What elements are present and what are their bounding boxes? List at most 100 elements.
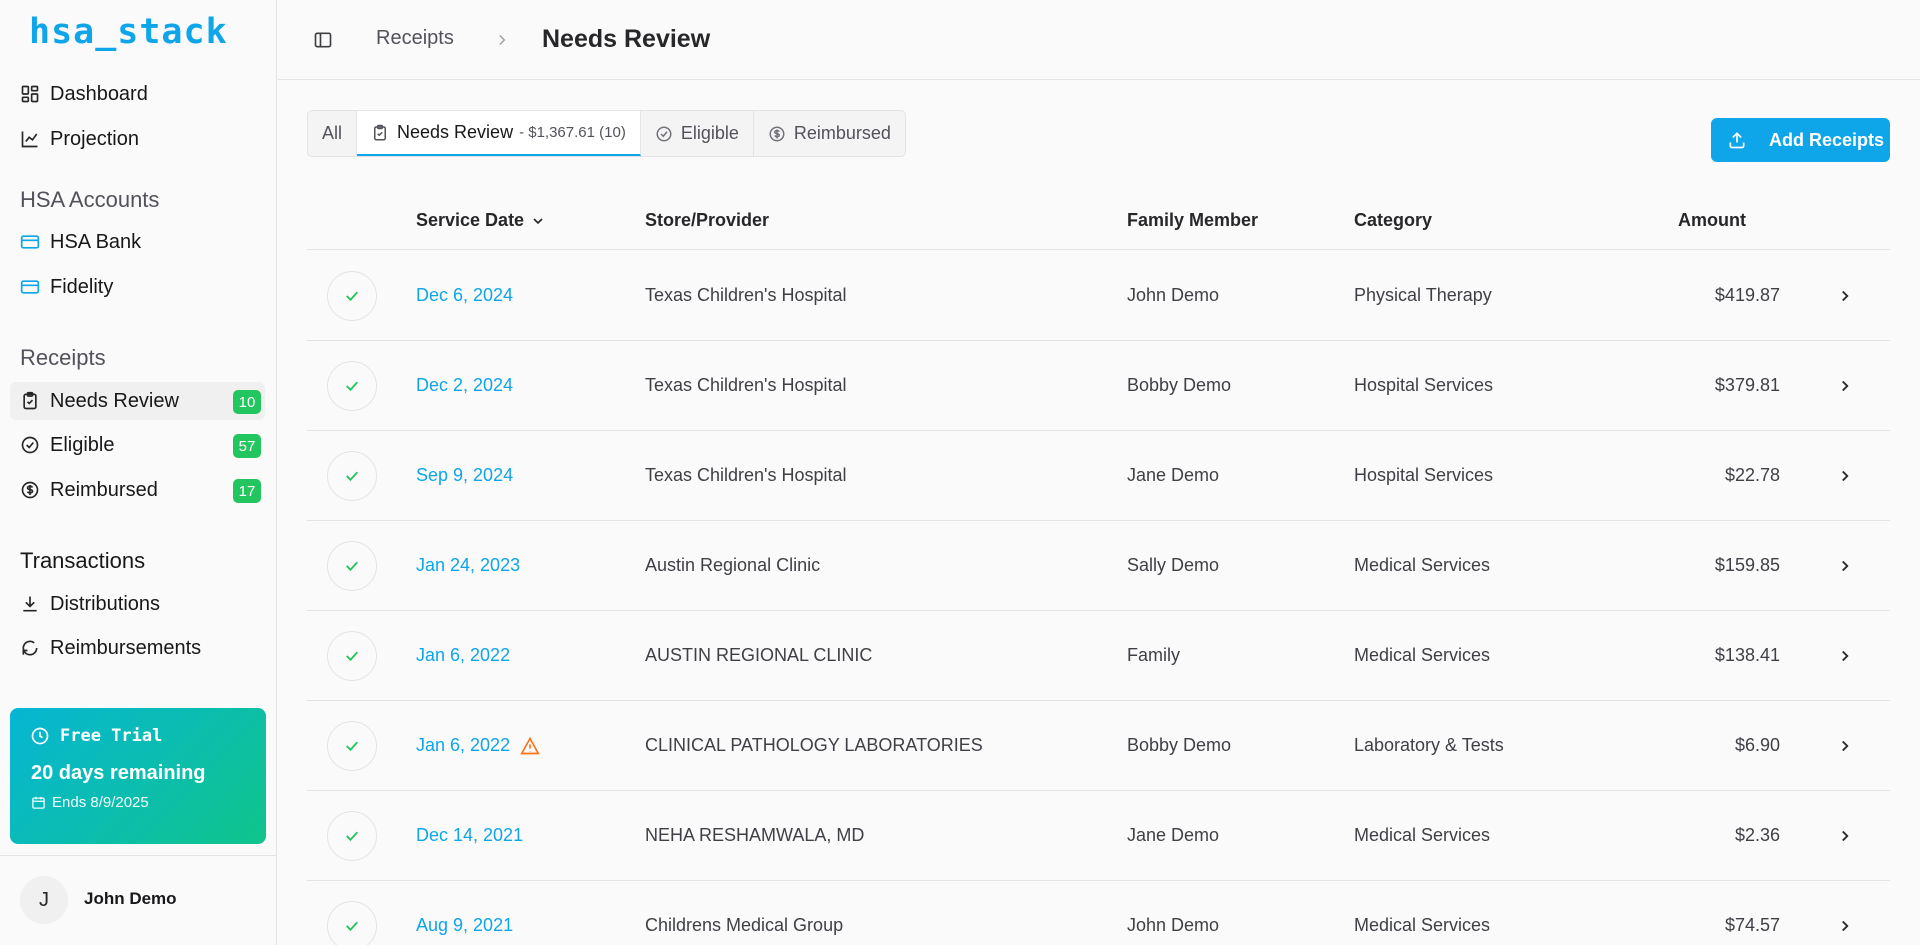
filter-tabs: All Needs Review - $1,367.61 (10) Eligib… (307, 110, 906, 157)
service-date-link[interactable]: Jan 6, 2022 (416, 735, 540, 756)
service-date-link[interactable]: Dec 6, 2024 (416, 285, 513, 306)
sidebar-toggle-icon[interactable] (313, 30, 333, 50)
provider-cell: Texas Children's Hospital (645, 285, 847, 305)
table-row[interactable]: Jan 6, 2022 CLINICAL PATHOLOGY LABORATOR… (307, 701, 1890, 791)
service-date-link[interactable]: Jan 24, 2023 (416, 555, 520, 576)
family-member-cell: Bobby Demo (1127, 375, 1232, 395)
chevron-right-icon[interactable] (1836, 827, 1854, 845)
amount-cell: $159.85 (1714, 555, 1780, 575)
amount-cell: $419.87 (1714, 285, 1780, 305)
table-row[interactable]: Jan 6, 2022 AUSTIN REGIONAL CLINIC Famil… (307, 611, 1890, 701)
review-check-button[interactable] (327, 631, 377, 681)
chevron-right-icon[interactable] (1836, 377, 1854, 395)
chevron-right-icon[interactable] (1836, 737, 1854, 755)
service-date-link[interactable]: Dec 2, 2024 (416, 375, 513, 396)
chevron-right-icon[interactable] (1836, 647, 1854, 665)
family-member-cell: Jane Demo (1127, 825, 1220, 845)
check-circle-icon (21, 436, 39, 454)
review-check-button[interactable] (327, 721, 377, 771)
category-cell: Medical Services (1354, 555, 1491, 575)
sidebar-item-label: HSA Bank (50, 230, 142, 253)
provider-cell: NEHA RESHAMWALA, MD (645, 825, 865, 845)
sidebar-item-reimbursed[interactable]: Reimbursed 17 (10, 471, 265, 509)
sidebar-item-projection[interactable]: Projection (10, 120, 265, 158)
category-cell: Laboratory & Tests (1354, 735, 1504, 755)
count-badge: 17 (233, 479, 261, 503)
credit-card-icon (20, 235, 40, 249)
chevron-right-icon[interactable] (1836, 917, 1854, 935)
avatar[interactable]: J (20, 876, 68, 924)
provider-cell: Austin Regional Clinic (645, 555, 821, 575)
category-cell: Physical Therapy (1354, 285, 1492, 305)
column-header-category: Category (1354, 210, 1433, 230)
chevron-right-icon[interactable] (1836, 467, 1854, 485)
service-date-link[interactable]: Aug 9, 2021 (416, 915, 513, 936)
free-trial-card[interactable]: Free Trial 20 days remaining Ends 8/9/20… (10, 708, 266, 844)
divider (0, 855, 277, 856)
count-badge: 10 (233, 390, 261, 414)
sidebar-item-fidelity[interactable]: Fidelity (10, 268, 265, 306)
tab-label: Needs Review (397, 122, 514, 142)
sidebar-item-distributions[interactable]: Distributions (10, 585, 265, 623)
service-date-link[interactable]: Sep 9, 2024 (416, 465, 513, 486)
amount-cell: $138.41 (1714, 645, 1780, 665)
category-cell: Medical Services (1354, 645, 1491, 665)
service-date-link[interactable]: Dec 14, 2021 (416, 825, 523, 846)
chevron-right-icon (499, 34, 506, 46)
add-receipts-button[interactable]: Add Receipts (1711, 118, 1890, 162)
table-row[interactable]: Dec 6, 2024 Texas Children's Hospital Jo… (307, 251, 1890, 341)
add-receipts-label: Add Receipts (1769, 129, 1885, 150)
table-row[interactable]: Jan 24, 2023 Austin Regional Clinic Sall… (307, 521, 1890, 611)
provider-cell: Texas Children's Hospital (645, 465, 847, 485)
tab-eligible[interactable]: Eligible (641, 111, 754, 156)
chevron-right-icon[interactable] (1836, 287, 1854, 305)
sidebar: hsa_stack Dashboard Projection HSA Accou… (0, 0, 277, 945)
tab-needs-review[interactable]: Needs Review - $1,367.61 (10) (357, 111, 641, 156)
credit-card-icon (20, 280, 40, 294)
sidebar-item-dashboard[interactable]: Dashboard (10, 75, 265, 113)
table-row[interactable]: Dec 2, 2024 Texas Children's Hospital Bo… (307, 341, 1890, 431)
sidebar-item-label: Dashboard (50, 82, 148, 105)
amount-cell: $2.36 (1734, 825, 1780, 845)
check-icon (346, 651, 358, 662)
family-member-cell: John Demo (1127, 285, 1220, 305)
amount-cell: $22.78 (1724, 465, 1780, 485)
review-check-button[interactable] (327, 811, 377, 861)
family-member-cell: Jane Demo (1127, 465, 1220, 485)
tab-reimbursed[interactable]: Reimbursed (754, 111, 905, 156)
group-label-transactions: Transactions (20, 548, 146, 573)
sidebar-item-label: Eligible (50, 433, 115, 456)
review-check-button[interactable] (327, 271, 377, 321)
sidebar-item-reimbursements[interactable]: Reimbursements (10, 629, 265, 667)
table-row[interactable]: Dec 14, 2021 NEHA RESHAMWALA, MD Jane De… (307, 791, 1890, 881)
amount-cell: $379.81 (1714, 375, 1780, 395)
column-header-amount: Amount (1678, 210, 1746, 230)
warning-icon (520, 736, 540, 754)
breadcrumb-receipts[interactable]: Receipts (376, 27, 454, 50)
sidebar-item-hsa-bank[interactable]: HSA Bank (10, 223, 265, 261)
check-icon (346, 741, 358, 752)
group-label-accounts: HSA Accounts (20, 187, 160, 212)
review-check-button[interactable] (327, 451, 377, 501)
review-check-button[interactable] (327, 541, 377, 591)
sidebar-item-needs-review[interactable]: Needs Review 10 (10, 382, 265, 420)
category-cell: Medical Services (1354, 825, 1491, 845)
brand-logo[interactable]: hsa_stack (29, 12, 228, 52)
user-name[interactable]: John Demo (84, 889, 177, 909)
tab-all[interactable]: All (308, 111, 358, 156)
column-header-provider: Store/Provider (645, 210, 770, 230)
review-check-button[interactable] (327, 361, 377, 411)
sidebar-item-eligible[interactable]: Eligible 57 (10, 426, 265, 464)
chart-line-icon (21, 131, 38, 148)
chevron-right-icon[interactable] (1836, 557, 1854, 575)
review-check-button[interactable] (327, 901, 377, 945)
chevron-down-icon (533, 217, 543, 224)
page-title: Needs Review (542, 25, 711, 53)
table-row[interactable]: Aug 9, 2021 Childrens Medical Group John… (307, 881, 1890, 945)
service-date-link[interactable]: Jan 6, 2022 (416, 645, 510, 666)
category-cell: Hospital Services (1354, 375, 1494, 395)
column-header-service-date[interactable]: Service Date (416, 210, 546, 231)
provider-cell: Childrens Medical Group (645, 915, 844, 935)
table-row[interactable]: Sep 9, 2024 Texas Children's Hospital Ja… (307, 431, 1890, 521)
trial-title: Free Trial (60, 726, 163, 746)
